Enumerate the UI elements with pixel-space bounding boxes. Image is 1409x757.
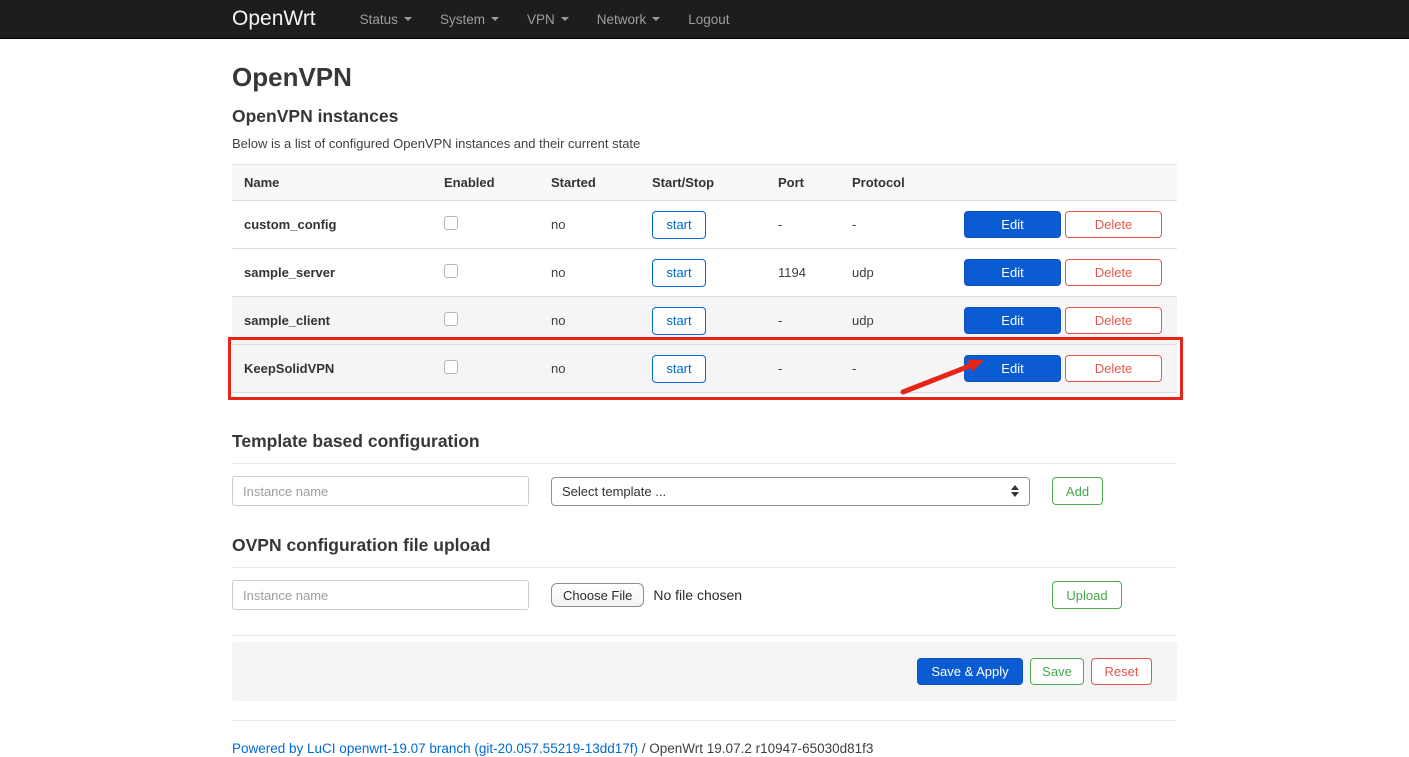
instance-name: sample_server [232, 265, 444, 280]
port-value: 1194 [778, 265, 852, 280]
file-input-group: Choose File No file chosen [551, 583, 1030, 607]
upload-section-heading: OVPN configuration file upload [232, 535, 1177, 556]
save-button[interactable]: Save [1030, 658, 1084, 685]
divider [232, 567, 1177, 568]
protocol-value: - [852, 217, 946, 232]
edit-button[interactable]: Edit [964, 307, 1061, 334]
template-select-value: Select template ... [562, 484, 666, 499]
nav-item-label: Network [597, 12, 647, 27]
nav-item-status[interactable]: Status [346, 12, 426, 27]
upload-form-row: Choose File No file chosen Upload [232, 580, 1177, 610]
divider [232, 635, 1177, 636]
page: OpenWrt Status System VPN Network Logout [0, 0, 1409, 757]
started-value: no [551, 313, 652, 328]
enabled-checkbox[interactable] [444, 216, 458, 230]
table-row-sample-server: sample_server no start 1194 udp Edit Del… [232, 249, 1177, 297]
no-file-chosen-text: No file chosen [653, 587, 742, 603]
table-row-keepsolidvpn: KeepSolidVPN no start - - Edit Delete [232, 345, 1177, 393]
footer-luci-link[interactable]: Powered by LuCI openwrt-19.07 branch (gi… [232, 741, 638, 756]
top-navbar: OpenWrt Status System VPN Network Logout [0, 0, 1409, 39]
page-actions-bar: Save & Apply Save Reset [232, 642, 1177, 701]
nav-item-network[interactable]: Network [583, 12, 675, 27]
start-button[interactable]: start [652, 307, 706, 335]
port-value: - [778, 217, 852, 232]
start-button[interactable]: start [652, 211, 706, 239]
nav-item-label: Logout [688, 12, 729, 27]
brand-logo[interactable]: OpenWrt [232, 7, 316, 31]
table-row-custom-config: custom_config no start - - Edit Delete [232, 201, 1177, 249]
template-form-row: Select template ... Add [232, 476, 1177, 506]
started-value: no [551, 361, 652, 376]
divider [232, 720, 1177, 721]
delete-button[interactable]: Delete [1065, 307, 1162, 334]
start-button[interactable]: start [652, 355, 706, 383]
nav-item-system[interactable]: System [426, 12, 513, 27]
enabled-checkbox[interactable] [444, 312, 458, 326]
col-header-enabled: Enabled [444, 175, 551, 190]
col-header-name: Name [232, 175, 444, 190]
instances-description: Below is a list of configured OpenVPN in… [232, 136, 1177, 151]
col-header-started: Started [551, 175, 652, 190]
nav-menu: Status System VPN Network Logout [346, 12, 744, 27]
delete-button[interactable]: Delete [1065, 355, 1162, 382]
caret-down-icon [561, 17, 569, 21]
start-button[interactable]: start [652, 259, 706, 287]
table-header-row: Name Enabled Started Start/Stop Port Pro… [232, 164, 1177, 201]
choose-file-button[interactable]: Choose File [551, 583, 644, 607]
nav-item-vpn[interactable]: VPN [513, 12, 583, 27]
protocol-value: udp [852, 313, 946, 328]
divider [232, 463, 1177, 464]
delete-button[interactable]: Delete [1065, 259, 1162, 286]
template-instance-name-input[interactable] [232, 476, 529, 506]
instance-name: KeepSolidVPN [232, 361, 444, 376]
footer: Powered by LuCI openwrt-19.07 branch (gi… [232, 741, 1177, 756]
footer-version-text: / OpenWrt 19.07.2 r10947-65030d81f3 [638, 741, 873, 756]
enabled-checkbox[interactable] [444, 264, 458, 278]
nav-item-label: VPN [527, 12, 555, 27]
started-value: no [551, 265, 652, 280]
port-value: - [778, 313, 852, 328]
template-select[interactable]: Select template ... [551, 477, 1030, 506]
add-button[interactable]: Add [1052, 477, 1103, 505]
instance-name: sample_client [232, 313, 444, 328]
edit-button[interactable]: Edit [964, 355, 1061, 382]
nav-item-label: Status [360, 12, 398, 27]
upload-instance-name-input[interactable] [232, 580, 529, 610]
upload-button[interactable]: Upload [1052, 581, 1122, 609]
edit-button[interactable]: Edit [964, 211, 1061, 238]
caret-down-icon [652, 17, 660, 21]
enabled-checkbox[interactable] [444, 360, 458, 374]
delete-button[interactable]: Delete [1065, 211, 1162, 238]
nav-item-label: System [440, 12, 485, 27]
table-row-sample-client: sample_client no start - udp Edit Delete [232, 297, 1177, 345]
instance-name: custom_config [232, 217, 444, 232]
reset-button[interactable]: Reset [1091, 658, 1152, 685]
port-value: - [778, 361, 852, 376]
caret-down-icon [404, 17, 412, 21]
col-header-start-stop: Start/Stop [652, 175, 778, 190]
protocol-value: - [852, 361, 946, 376]
col-header-port: Port [778, 175, 852, 190]
instances-heading: OpenVPN instances [232, 106, 1177, 127]
caret-down-icon [491, 17, 499, 21]
instances-table: Name Enabled Started Start/Stop Port Pro… [232, 164, 1177, 393]
protocol-value: udp [852, 265, 946, 280]
template-section-heading: Template based configuration [232, 431, 1177, 452]
page-title: OpenVPN [232, 62, 1177, 93]
edit-button[interactable]: Edit [964, 259, 1061, 286]
col-header-protocol: Protocol [852, 175, 946, 190]
started-value: no [551, 217, 652, 232]
nav-item-logout[interactable]: Logout [674, 12, 743, 27]
select-arrows-icon [1011, 485, 1019, 497]
save-apply-button[interactable]: Save & Apply [917, 658, 1023, 685]
